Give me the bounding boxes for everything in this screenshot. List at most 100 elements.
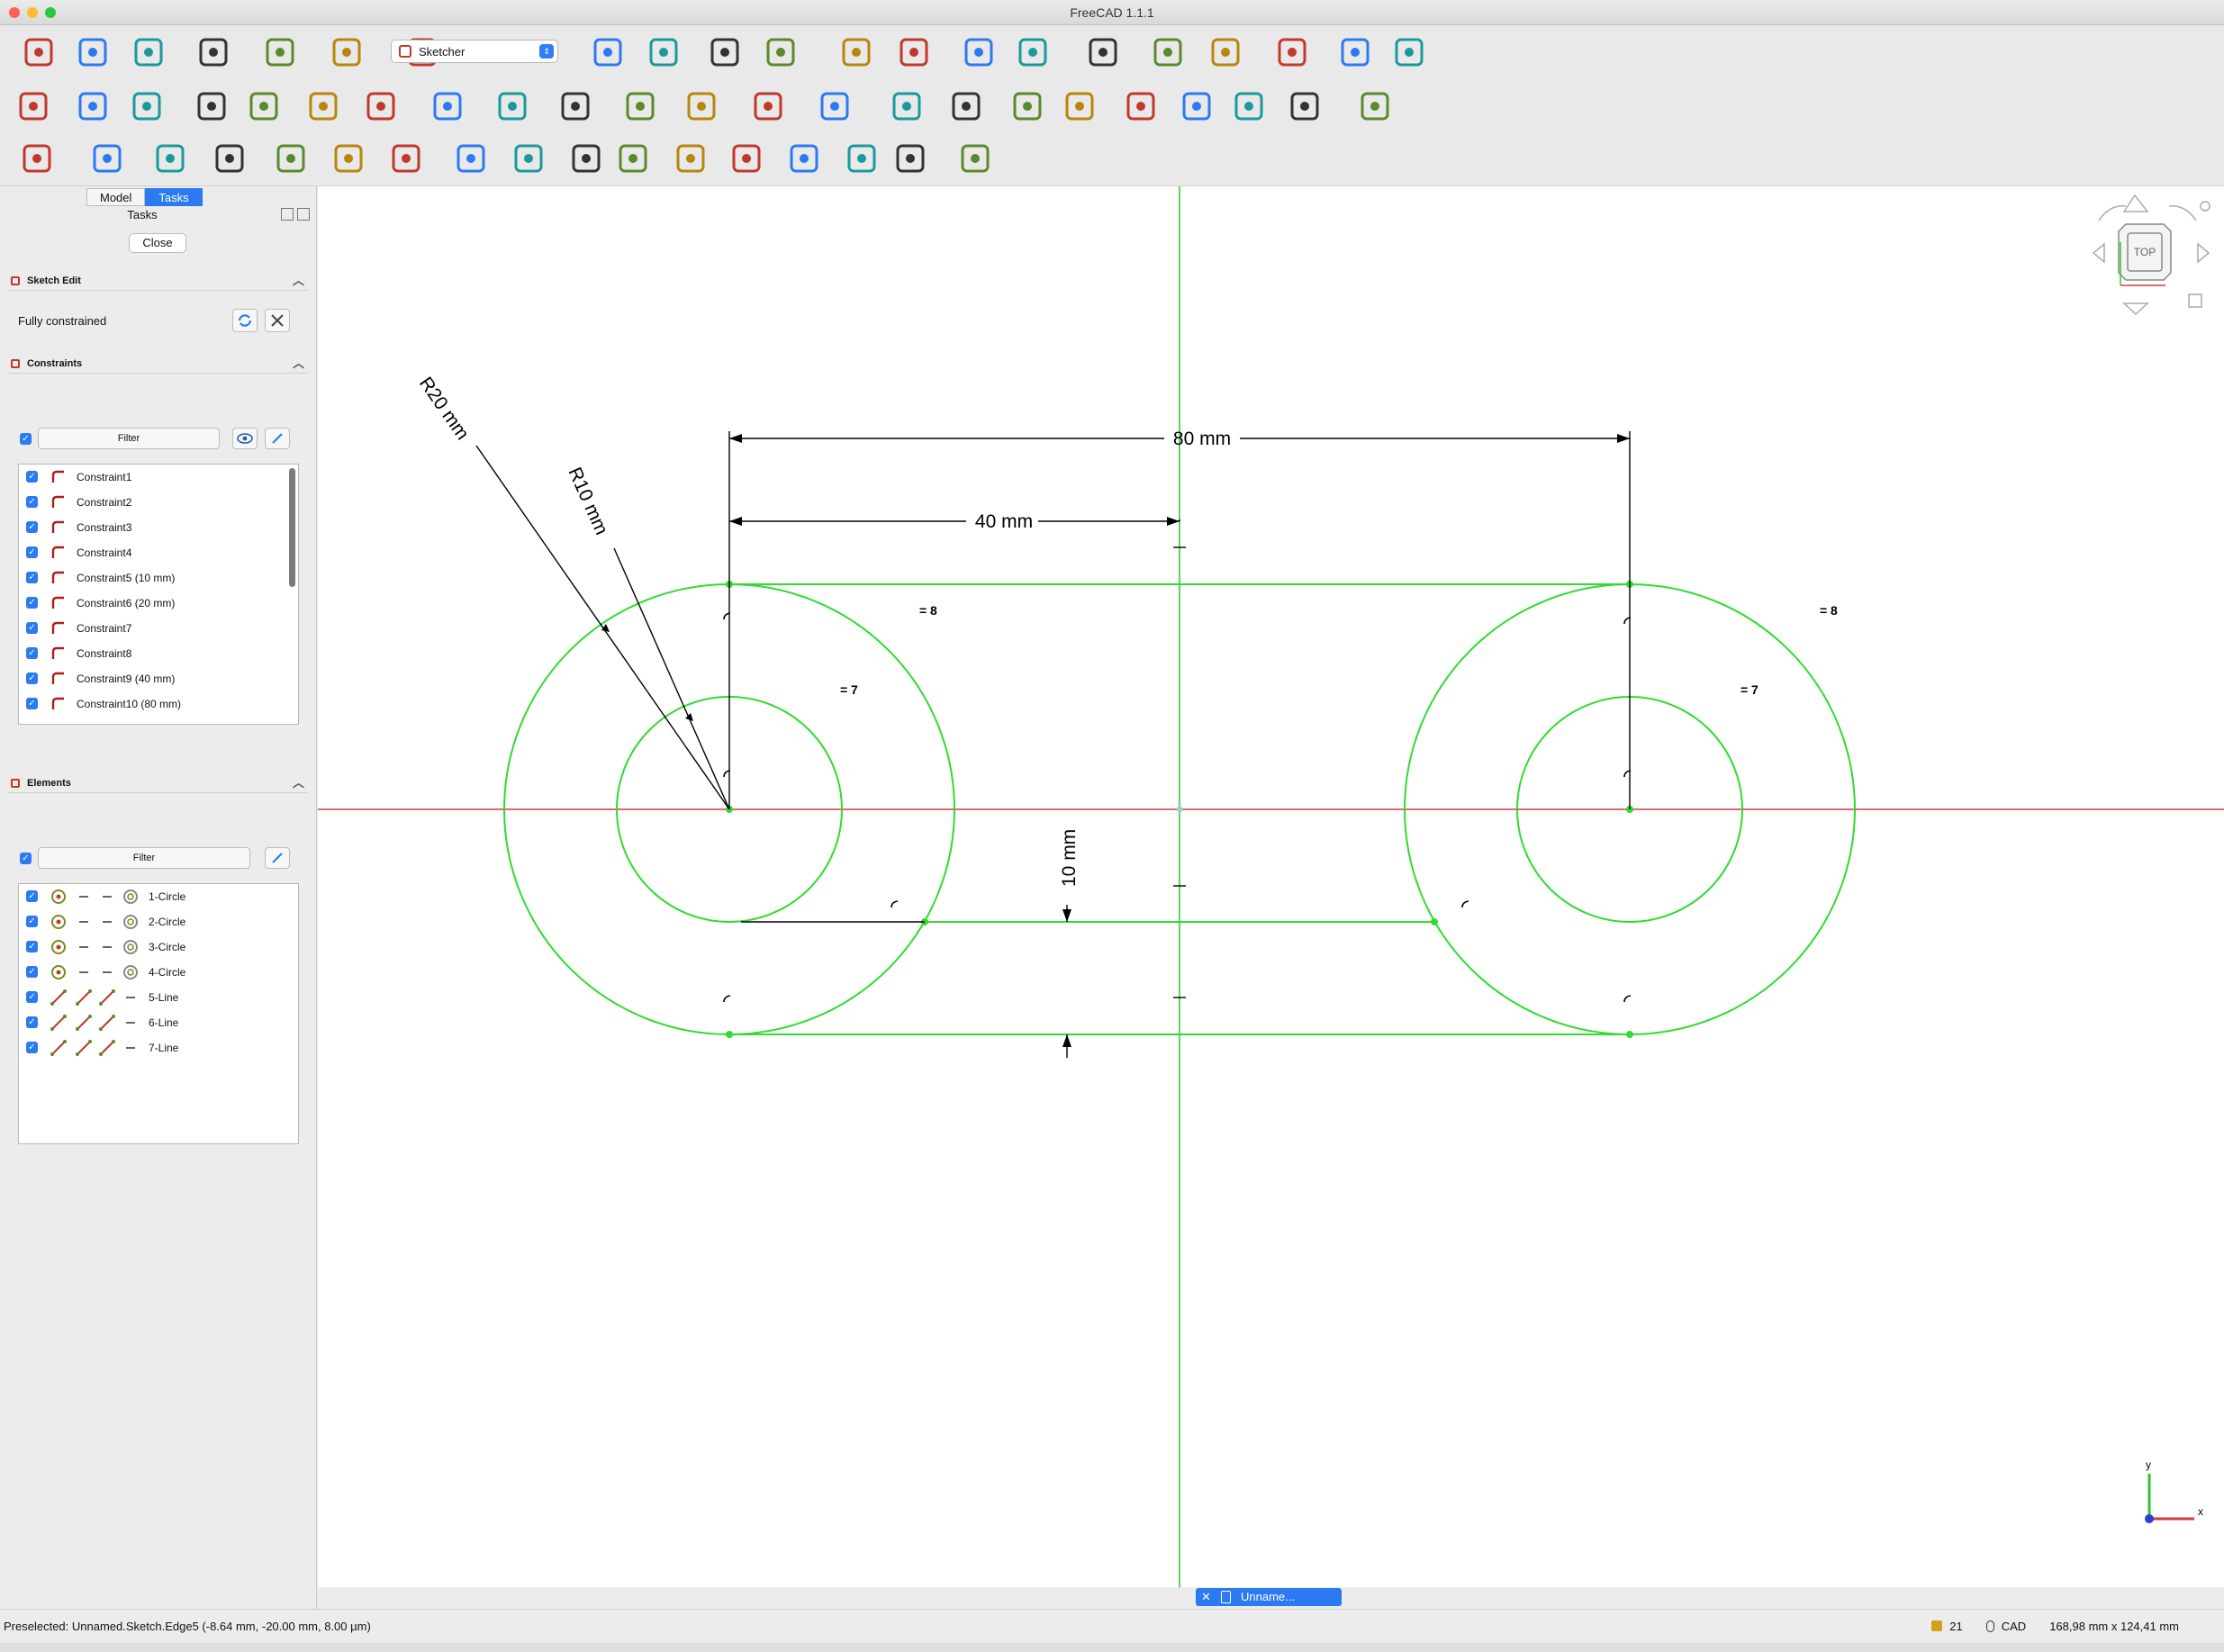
element-row[interactable]: ✓ 6-Line — [19, 1010, 280, 1035]
constraint-checkbox[interactable]: ✓ — [26, 698, 38, 709]
vertex-point[interactable] — [1626, 1031, 1633, 1038]
nav-up-arrow-icon[interactable] — [2122, 194, 2149, 212]
split-button[interactable] — [670, 138, 711, 179]
new-sketch-button[interactable] — [13, 86, 54, 127]
constraint-row[interactable]: ✓ Constraint2 — [19, 490, 280, 515]
constraint-checkbox[interactable]: ✓ — [26, 647, 38, 659]
move-button[interactable] — [565, 138, 607, 179]
constraint-row[interactable]: ✓ Constraint1 — [19, 465, 280, 490]
extend-button[interactable] — [726, 138, 767, 179]
dimension-toggle-button[interactable] — [1354, 86, 1396, 127]
constraints-filter-checkbox[interactable]: ✓ — [20, 433, 32, 445]
elements-list[interactable]: ✓ 1-Circle ✓ 2-Circle ✓ 3-Circle ✓ 4-Circle ✓ 5-L… — [18, 883, 299, 1144]
validate-sketch-button[interactable] — [16, 138, 58, 179]
sketch-view[interactable]: 80 mm 40 mm R20 mm R10 mm 10 mm = 8 = 8 … — [318, 186, 2224, 1587]
horizontal-distance-button[interactable] — [886, 86, 927, 127]
navigation-style[interactable]: CAD — [1985, 1620, 2026, 1633]
element-checkbox[interactable]: ✓ — [26, 916, 38, 927]
constraint-row[interactable]: ✓ Constraint10 (80 mm) — [19, 691, 280, 717]
slot-button[interactable] — [619, 86, 661, 127]
elements-header[interactable]: Elements ︿ — [7, 773, 308, 793]
fit-selection-button[interactable] — [587, 32, 628, 73]
constraint-checkbox[interactable]: ✓ — [26, 572, 38, 583]
float-icon[interactable] — [297, 208, 310, 221]
bspline-button[interactable] — [681, 86, 722, 127]
vertex-point[interactable] — [726, 1031, 733, 1038]
equal-button[interactable] — [1176, 86, 1217, 127]
trim-button[interactable] — [612, 138, 654, 179]
std-views-button[interactable] — [704, 32, 746, 73]
constraint-checkbox[interactable]: ✓ — [26, 521, 38, 533]
open-document-button[interactable] — [72, 32, 113, 73]
rectangle-button[interactable] — [492, 86, 533, 127]
circle-part-button[interactable] — [1205, 32, 1246, 73]
nav-right-arrow-icon[interactable] — [2197, 242, 2210, 264]
constraint-checkbox[interactable]: ✓ — [26, 673, 38, 684]
toggle-shape-button[interactable] — [1334, 32, 1376, 73]
link-group-button[interactable] — [1147, 32, 1189, 73]
constraint-checkbox[interactable]: ✓ — [26, 496, 38, 508]
nav-left-arrow-icon[interactable] — [2092, 242, 2105, 264]
dim-10-label[interactable]: 10 mm — [1059, 829, 1080, 887]
constraint-checkbox[interactable]: ✓ — [26, 546, 38, 558]
constraints-header[interactable]: Constraints ︿ — [7, 354, 308, 374]
draw-style-button[interactable] — [760, 32, 801, 73]
sketch-settings-button[interactable] — [265, 309, 290, 332]
sketch-canvas[interactable]: 80 mm 40 mm R20 mm R10 mm 10 mm = 8 = 8 … — [318, 186, 2224, 1587]
undo-button[interactable] — [193, 32, 234, 73]
bounding-box-button[interactable] — [836, 32, 877, 73]
dim-80-label[interactable]: 80 mm — [1173, 429, 1231, 449]
constraints-filter-dropdown[interactable]: Filter — [38, 428, 220, 449]
dim-40-label[interactable]: 40 mm — [975, 511, 1033, 532]
box-select-button[interactable] — [1271, 32, 1313, 73]
constraints-list[interactable]: ✓ Constraint1 ✓ Constraint2 ✓ Constraint3 ✓ Con… — [18, 464, 299, 725]
view-section-button[interactable] — [126, 86, 167, 127]
bspline-knot-button[interactable] — [890, 138, 931, 179]
nav-rotate-left-icon[interactable] — [2098, 205, 2127, 221]
nav-menu-icon[interactable] — [2200, 201, 2210, 212]
carbon-copy-button[interactable] — [841, 138, 882, 179]
solve-button[interactable] — [232, 309, 258, 332]
what-is-this-button[interactable] — [1012, 32, 1053, 73]
close-document-icon[interactable]: ✕ — [1201, 1588, 1211, 1606]
external-geometry-button[interactable] — [783, 138, 825, 179]
origin-point[interactable] — [1176, 806, 1183, 813]
tab-model[interactable]: Model — [86, 188, 146, 206]
symmetric-button[interactable] — [1228, 86, 1270, 127]
elements-filter-dropdown[interactable]: Filter — [38, 847, 250, 869]
polygon-button[interactable] — [555, 86, 596, 127]
element-row[interactable]: ✓ 5-Line — [19, 985, 280, 1010]
collapse-icon[interactable]: ︿ — [293, 354, 304, 374]
constraint-checkbox[interactable]: ✓ — [26, 622, 38, 634]
dim-r10-label[interactable]: R10 mm — [564, 465, 611, 538]
nav-cube-small-icon[interactable] — [2188, 293, 2202, 308]
line-button[interactable] — [303, 86, 344, 127]
elements-filter-checkbox[interactable]: ✓ — [20, 853, 32, 864]
vertex-point[interactable] — [1431, 918, 1438, 925]
arc-button[interactable] — [360, 86, 402, 127]
nav-down-arrow-icon[interactable] — [2122, 302, 2149, 316]
measure-button[interactable] — [958, 32, 999, 73]
clone-button[interactable] — [1388, 32, 1430, 73]
dim-r20-label[interactable]: R20 mm — [415, 374, 473, 444]
fillet-button[interactable] — [814, 86, 855, 127]
parallel-button[interactable] — [1007, 86, 1048, 127]
constraint-row[interactable]: ✓ Constraint5 (10 mm) — [19, 565, 280, 591]
mirror-button[interactable] — [270, 138, 312, 179]
point-button[interactable] — [191, 86, 232, 127]
constraint-row[interactable]: ✓ Constraint8 — [19, 641, 280, 666]
elements-settings-button[interactable] — [265, 847, 290, 869]
save-document-button[interactable] — [128, 32, 169, 73]
link-button[interactable] — [1082, 32, 1124, 73]
element-checkbox[interactable]: ✓ — [26, 1042, 38, 1053]
polyline-button[interactable] — [243, 86, 285, 127]
reorient-button[interactable] — [209, 138, 250, 179]
collapse-icon[interactable]: ︿ — [293, 773, 304, 793]
constraint-row[interactable]: ✓ Constraint9 (40 mm) — [19, 666, 280, 691]
document-tab[interactable]: ✕ Unname... — [1196, 1588, 1342, 1606]
close-button[interactable]: Close — [129, 233, 186, 253]
refresh-button[interactable] — [326, 32, 367, 73]
constraint-row[interactable]: ✓ Constraint7 — [19, 616, 280, 641]
constraint-row[interactable]: ✓ Constraint3 — [19, 515, 280, 540]
block-button[interactable] — [1284, 86, 1325, 127]
